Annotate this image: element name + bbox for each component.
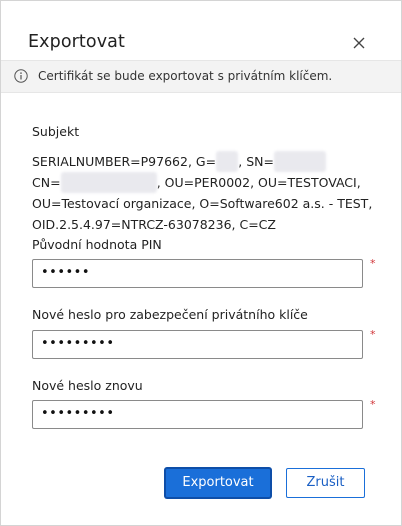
subject-value: SERIALNUMBER=P97662, G=xxx, SN=xxxxxxx C… xyxy=(32,151,377,235)
close-button[interactable] xyxy=(349,33,369,53)
redacted-common-name: xxxxxxxxxxxxx xyxy=(60,172,157,193)
redacted-surname: xxxxxxx xyxy=(273,151,326,172)
pin-label: Původní hodnota PIN xyxy=(32,237,162,252)
new-password-input[interactable]: ••••••••• xyxy=(32,330,363,359)
new-password-label: Nové heslo pro zabezpečení privátního kl… xyxy=(32,307,308,322)
subject-line-2-suffix: , OU=PER0002, OU=TESTOVACI, xyxy=(156,175,361,190)
dialog-title: Exportovat xyxy=(28,32,125,52)
close-icon xyxy=(353,37,365,49)
subject-line-1-prefix: SERIALNUMBER=P97662, G= xyxy=(32,154,217,169)
redacted-given-name: xxx xyxy=(216,151,239,172)
cancel-button[interactable]: Zrušit xyxy=(286,468,365,498)
subject-line-1: SERIALNUMBER=P97662, G=xxx, SN=xxxxxxx xyxy=(32,151,377,172)
dialog-header: Exportovat xyxy=(1,1,401,59)
subject-line-4: OID.2.5.4.97=NTRCZ-63078236, C=CZ xyxy=(32,217,276,232)
subject-label: Subjekt xyxy=(32,124,80,139)
export-button[interactable]: Exportovat xyxy=(165,468,271,498)
new-password-value: ••••••••• xyxy=(41,336,115,351)
pin-input[interactable]: •••••• xyxy=(32,259,363,288)
pin-required-mark: * xyxy=(370,257,376,270)
subject-line-2-prefix: CN= xyxy=(32,175,61,190)
info-bar: Certifikát se bude exportovat s privátní… xyxy=(1,60,401,93)
repeat-password-input[interactable]: ••••••••• xyxy=(32,400,363,429)
subject-line-3: OU=Testovací organizace, O=Software602 a… xyxy=(32,196,373,211)
subject-line-2: CN=xxxxxxxxxxxxx, OU=PER0002, OU=TESTOVA… xyxy=(32,172,377,193)
info-text: Certifikát se bude exportovat s privátní… xyxy=(38,69,333,83)
info-icon xyxy=(14,69,28,83)
export-dialog: Exportovat Certifikát se bude exportovat… xyxy=(0,0,402,526)
subject-line-1-mid: , SN= xyxy=(238,154,274,169)
repeat-password-label: Nové heslo znovu xyxy=(32,378,143,393)
repeat-password-value: ••••••••• xyxy=(41,406,115,421)
pin-value: •••••• xyxy=(41,265,91,280)
new-password-required-mark: * xyxy=(370,328,376,341)
repeat-password-required-mark: * xyxy=(370,398,376,411)
